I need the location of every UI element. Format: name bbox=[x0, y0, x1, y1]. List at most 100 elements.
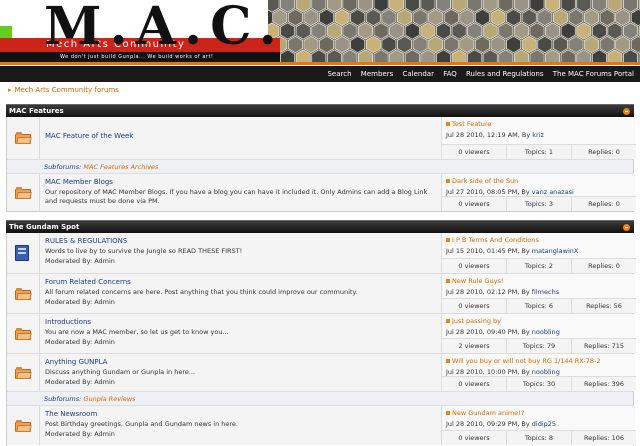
header-banner-image bbox=[264, 0, 640, 66]
last-post-user[interactable]: vanz anazasi bbox=[532, 188, 574, 196]
banner-hex-tile bbox=[428, 8, 444, 27]
forum-table-gundam-spot: RULES & REGULATIONS Words to live by to … bbox=[6, 233, 636, 446]
last-post-meta: Jul 15 2010, 01:45 PM, By matanglawinX bbox=[446, 247, 579, 255]
banner-hex-tile bbox=[568, 8, 584, 27]
banner-hex-tile bbox=[506, 8, 522, 27]
post-arrow-icon bbox=[446, 359, 450, 363]
last-post-title[interactable]: Just passing by bbox=[446, 317, 632, 325]
banner-hex-tile bbox=[420, 22, 436, 40]
viewers-count: 2 viewers bbox=[458, 342, 490, 350]
banner-hex-tile bbox=[389, 22, 405, 40]
last-post-title[interactable]: Will you buy or will not buy RG 1/144 RX… bbox=[446, 357, 632, 365]
breadcrumb: ▸ Mech Arts Community forums bbox=[8, 86, 119, 94]
forum-status-cell bbox=[7, 174, 39, 211]
banner-hex-tile bbox=[599, 8, 615, 27]
folder-icon[interactable] bbox=[15, 288, 32, 300]
site-logo[interactable]: M.A.C. bbox=[44, 0, 285, 57]
banner-hex-tile bbox=[584, 8, 600, 27]
category-header-mac-features: MAC Features bbox=[6, 104, 634, 117]
forum-table-mac-features: MAC Feature of the Week Test Feature Jul… bbox=[6, 117, 636, 212]
banner-hex-tile bbox=[381, 8, 397, 27]
forum-description: Discuss anything Gundam or Gunpla in her… bbox=[45, 368, 196, 376]
collapse-toggle-icon[interactable] bbox=[623, 108, 630, 115]
forum-row: RULES & REGULATIONS Words to live by to … bbox=[7, 233, 636, 273]
banner-hex-tile bbox=[326, 22, 342, 40]
subforums-row: Subforums: Gunpla Reviews bbox=[7, 391, 633, 405]
forum-description: Post Birthday greetings, Gunpla and Gund… bbox=[45, 420, 238, 428]
viewers-count: 0 viewers bbox=[458, 380, 490, 388]
topics-count: Topics: 79 bbox=[506, 339, 571, 353]
last-post-title[interactable]: New Rule Guys! bbox=[446, 277, 632, 285]
nav-portal[interactable]: The MAC Forums Portal bbox=[553, 70, 634, 78]
last-post-meta: Jul 28 2010, 12:19 AM, By kriz bbox=[446, 131, 544, 139]
rules-book-icon[interactable] bbox=[14, 244, 32, 262]
replies-count: Replies: 715 bbox=[571, 339, 636, 353]
forum-description: Our repository of MAC Member Blogs. If y… bbox=[45, 188, 428, 205]
last-post-user[interactable]: noobling bbox=[532, 368, 560, 376]
banner-hex-tile bbox=[350, 35, 366, 54]
post-arrow-icon bbox=[446, 319, 450, 323]
forum-title-link[interactable]: Forum Related Concerns bbox=[45, 278, 436, 286]
banner-hex-tile bbox=[498, 22, 514, 40]
topics-count: Topics: 1 bbox=[506, 145, 571, 159]
folder-icon[interactable] bbox=[15, 367, 32, 379]
nav-faq[interactable]: FAQ bbox=[443, 70, 457, 78]
forum-title-link[interactable]: MAC Member Blogs bbox=[45, 178, 436, 186]
top-nav: Search Members Calendar FAQ Rules and Re… bbox=[0, 66, 640, 82]
forum-title-link[interactable]: Introductions bbox=[45, 318, 436, 326]
last-post-title[interactable]: New Gundam anime!? bbox=[446, 409, 632, 417]
folder-icon[interactable] bbox=[15, 132, 32, 144]
forum-title-link[interactable]: RULES & REGULATIONS bbox=[45, 237, 436, 245]
category-header-gundam-spot: The Gundam Spot bbox=[6, 220, 634, 233]
site-header: Mech Arts Community We don't just build … bbox=[0, 0, 640, 66]
subforum-link[interactable]: Gunpla Reviews bbox=[83, 395, 135, 403]
banner-hex-tile bbox=[295, 22, 311, 40]
forum-row: MAC Feature of the Week Test Feature Jul… bbox=[7, 117, 636, 159]
banner-hex-tile bbox=[358, 22, 373, 40]
nav-calendar[interactable]: Calendar bbox=[402, 70, 433, 78]
banner-hex-tile bbox=[568, 35, 584, 54]
nav-rules[interactable]: Rules and Regulations bbox=[466, 70, 544, 78]
last-post-user[interactable]: noobling bbox=[532, 328, 560, 336]
banner-hex-tile bbox=[599, 35, 615, 54]
banner-hex-tile bbox=[615, 35, 631, 54]
nav-search[interactable]: Search bbox=[327, 70, 351, 78]
replies-count: Replies: 396 bbox=[571, 377, 636, 391]
forum-moderators: Moderated By: Admin bbox=[45, 297, 115, 306]
subforums-row: Subforums: MAC Features Archives bbox=[7, 159, 633, 173]
forum-stats: 0 viewers Topics: 2 Replies: 0 bbox=[442, 258, 636, 273]
category-title: MAC Features bbox=[9, 107, 64, 115]
forum-title-link[interactable]: The Newsroom bbox=[45, 410, 436, 418]
forum-moderators: Moderated By: Admin bbox=[45, 429, 115, 438]
banner-hex-tile bbox=[311, 22, 327, 40]
forum-description: You are now a MAC member, so let us get … bbox=[45, 328, 229, 336]
last-post-user[interactable]: matanglawinX bbox=[532, 247, 579, 255]
folder-icon[interactable] bbox=[15, 420, 32, 432]
last-post-user[interactable]: didip25 bbox=[532, 420, 556, 428]
forum-stats: 0 viewers Topics: 30 Replies: 396 bbox=[442, 376, 636, 391]
forum-title-link[interactable]: MAC Feature of the Week bbox=[45, 132, 436, 140]
last-post-title[interactable]: I P B Terms And Conditions bbox=[446, 236, 632, 244]
folder-icon[interactable] bbox=[15, 187, 32, 199]
last-post-user[interactable]: kriz bbox=[532, 131, 544, 139]
last-post-title[interactable]: Test Feature bbox=[446, 120, 632, 128]
subforum-link[interactable]: MAC Features Archives bbox=[83, 163, 158, 171]
forum-status-cell bbox=[7, 406, 39, 445]
topics-count: Topics: 2 bbox=[506, 259, 571, 273]
last-post-user[interactable]: filmechs bbox=[532, 288, 559, 296]
breadcrumb-arrow-icon: ▸ bbox=[8, 86, 12, 94]
topics-count: Topics: 30 bbox=[506, 377, 571, 391]
last-post-title[interactable]: Dark side of the Sun bbox=[446, 177, 632, 185]
forum-moderators: Moderated By: Admin bbox=[45, 256, 115, 265]
collapse-toggle-icon[interactable] bbox=[623, 224, 630, 231]
nav-members[interactable]: Members bbox=[361, 70, 393, 78]
last-post-meta: Jul 27 2010, 08:05 PM, By vanz anazasi bbox=[446, 188, 574, 196]
forum-title-link[interactable]: Anything GUNPLA bbox=[45, 358, 436, 366]
replies-count: Replies: 0 bbox=[571, 197, 636, 211]
breadcrumb-home-link[interactable]: Mech Arts Community forums bbox=[15, 86, 119, 94]
forum-row: Anything GUNPLA Discuss anything Gundam … bbox=[7, 353, 636, 391]
replies-count: Replies: 0 bbox=[571, 259, 636, 273]
viewers-count: 0 viewers bbox=[458, 148, 490, 156]
folder-icon[interactable] bbox=[15, 328, 32, 340]
banner-hex-tile bbox=[350, 8, 366, 27]
